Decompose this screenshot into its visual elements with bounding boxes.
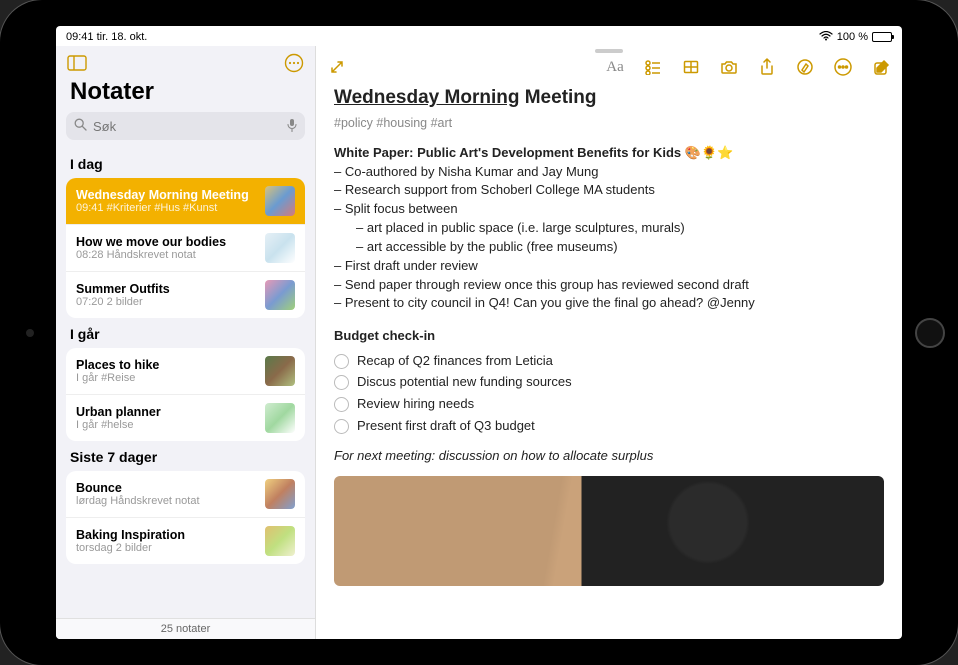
share-icon[interactable] <box>758 58 776 76</box>
expand-icon[interactable] <box>328 58 346 76</box>
note-item-title: How we move our bodies <box>76 235 257 249</box>
search-icon <box>74 118 87 134</box>
sidebar-toggle-icon[interactable] <box>66 52 88 74</box>
section-header: Siste 7 dager <box>56 441 315 471</box>
search-field[interactable] <box>66 112 305 140</box>
note-list-item[interactable]: Urban plannerI går #helse <box>66 395 305 441</box>
note-item-title: Wednesday Morning Meeting <box>76 188 257 202</box>
note-title[interactable]: Wednesday Morning Meeting <box>334 84 884 112</box>
sidebar-footer: 25 notater <box>56 618 315 639</box>
search-input[interactable] <box>93 119 281 134</box>
wifi-icon <box>819 30 833 44</box>
note-item-thumbnail <box>265 233 295 263</box>
note-list-item[interactable]: Wednesday Morning Meeting09:41 #Kriterie… <box>66 178 305 225</box>
note-item-thumbnail <box>265 479 295 509</box>
checklist-item-label: Present first draft of Q3 budget <box>357 417 535 436</box>
battery-percent: 100 % <box>837 31 868 43</box>
checkbox-icon[interactable] <box>334 419 349 434</box>
note-list-item[interactable]: Summer Outfits07:20 2 bilder <box>66 272 305 318</box>
note-item-subtitle: 08:28 Håndskrevet notat <box>76 249 257 261</box>
markup-icon[interactable] <box>796 58 814 76</box>
note-list-item[interactable]: Bouncelørdag Håndskrevet notat <box>66 471 305 518</box>
note-item-title: Bounce <box>76 481 257 495</box>
checklist-item-label: Discus potential new funding sources <box>357 373 572 392</box>
note-line[interactable]: – First draft under review <box>334 257 884 276</box>
checkbox-icon[interactable] <box>334 397 349 412</box>
note-item-title: Urban planner <box>76 405 257 419</box>
note-item-subtitle: lørdag Håndskrevet notat <box>76 495 257 507</box>
checkbox-icon[interactable] <box>334 375 349 390</box>
checklist-item[interactable]: Present first draft of Q3 budget <box>334 416 884 438</box>
battery-icon <box>872 32 892 42</box>
mic-icon[interactable] <box>287 118 297 135</box>
text-format-icon[interactable]: Aa <box>606 58 624 76</box>
note-item-thumbnail <box>265 186 295 216</box>
status-time-date: 09:41 tir. 18. okt. <box>66 31 147 43</box>
note-item-subtitle: I går #helse <box>76 419 257 431</box>
camera-dot <box>26 329 34 337</box>
sidebar-title: Notater <box>56 76 315 112</box>
note-line[interactable]: – Co-authored by Nisha Kumar and Jay Mun… <box>334 163 884 182</box>
checklist-item-label: Review hiring needs <box>357 395 474 414</box>
note-line[interactable]: – art accessible by the public (free mus… <box>334 238 884 257</box>
note-editor[interactable]: Wednesday Morning Meeting #policy #housi… <box>316 82 902 639</box>
checklist-item[interactable]: Recap of Q2 finances from Leticia <box>334 350 884 372</box>
ipad-frame: 09:41 tir. 18. okt. 100 % <box>0 0 958 665</box>
note-line[interactable]: – art placed in public space (i.e. large… <box>334 219 884 238</box>
screen: 09:41 tir. 18. okt. 100 % <box>56 26 902 639</box>
note-item-subtitle: 09:41 #Kriterier #Hus #Kunst <box>76 202 257 214</box>
note-tags[interactable]: #policy #housing #art <box>334 114 884 132</box>
note-list-item[interactable]: Places to hikeI går #Reise <box>66 348 305 395</box>
drag-handle-icon[interactable] <box>595 49 623 53</box>
note-item-subtitle: I går #Reise <box>76 372 257 384</box>
note-item-thumbnail <box>265 403 295 433</box>
note-item-subtitle: 07:20 2 bilder <box>76 296 257 308</box>
more-icon[interactable] <box>834 58 852 76</box>
note-item-subtitle: torsdag 2 bilder <box>76 542 257 554</box>
table-icon[interactable] <box>682 58 700 76</box>
notes-list[interactable]: I dagWednesday Morning Meeting09:41 #Kri… <box>56 148 315 618</box>
note-list-item[interactable]: Baking Inspirationtorsdag 2 bilder <box>66 518 305 564</box>
note-item-thumbnail <box>265 280 295 310</box>
white-paper-heading[interactable]: White Paper: Public Art's Development Be… <box>334 144 884 163</box>
note-footer-italic[interactable]: For next meeting: discussion on how to a… <box>334 447 884 466</box>
checklist-item-label: Recap of Q2 finances from Leticia <box>357 352 553 371</box>
checklist-item[interactable]: Discus potential new funding sources <box>334 372 884 394</box>
editor-toolbar: Aa <box>316 54 902 82</box>
note-line[interactable]: – Research support from Schoberl College… <box>334 181 884 200</box>
compose-icon[interactable] <box>872 58 890 76</box>
checklist-icon[interactable] <box>644 58 662 76</box>
note-item-thumbnail <box>265 526 295 556</box>
note-item-title: Places to hike <box>76 358 257 372</box>
note-line[interactable]: – Send paper through review once this gr… <box>334 276 884 295</box>
note-item-title: Summer Outfits <box>76 282 257 296</box>
note-content-pane: Aa <box>316 46 902 639</box>
more-options-icon[interactable] <box>283 52 305 74</box>
budget-heading[interactable]: Budget check-in <box>334 327 884 346</box>
checklist-item[interactable]: Review hiring needs <box>334 394 884 416</box>
camera-icon[interactable] <box>720 58 738 76</box>
note-attached-image[interactable] <box>334 476 884 586</box>
sidebar: Notater I dagWednesday Morning Meeting09… <box>56 46 316 639</box>
note-item-title: Baking Inspiration <box>76 528 257 542</box>
section-header: I dag <box>56 148 315 178</box>
note-list-item[interactable]: How we move our bodies08:28 Håndskrevet … <box>66 225 305 272</box>
note-item-thumbnail <box>265 356 295 386</box>
home-button[interactable] <box>915 318 945 348</box>
note-line[interactable]: – Split focus between <box>334 200 884 219</box>
section-header: I går <box>56 318 315 348</box>
note-line[interactable]: – Present to city council in Q4! Can you… <box>334 294 884 313</box>
status-bar: 09:41 tir. 18. okt. 100 % <box>56 26 902 46</box>
checkbox-icon[interactable] <box>334 354 349 369</box>
